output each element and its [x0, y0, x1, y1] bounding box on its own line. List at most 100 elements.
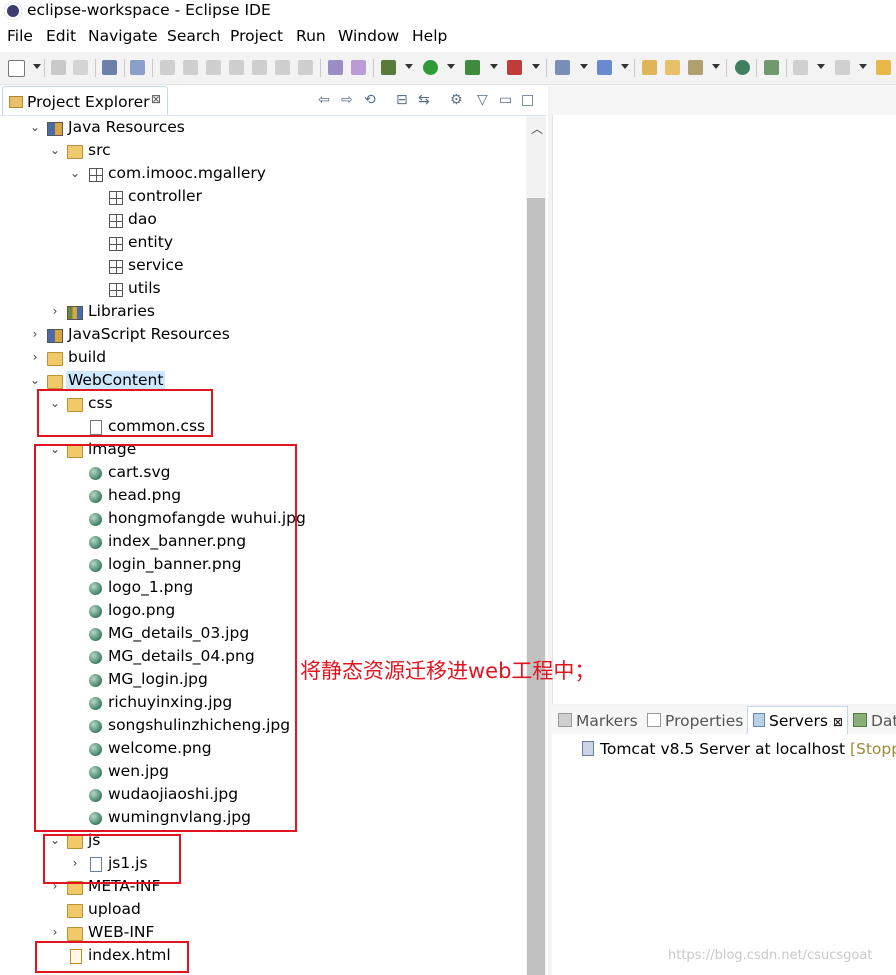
highlight-box-js [43, 834, 181, 884]
back-arrow-icon[interactable]: ⇦ [318, 92, 330, 108]
web-browser-icon[interactable] [735, 60, 750, 75]
toggle-ant-icon[interactable] [351, 60, 366, 75]
title-bar: eclipse-workspace - Eclipse IDE [0, 0, 896, 24]
chevron-right-icon[interactable]: › [49, 925, 61, 939]
tree-item-src[interactable]: ⌄ src [0, 140, 526, 163]
chevron-right-icon[interactable]: › [49, 304, 61, 318]
menu-edit[interactable]: Edit [46, 27, 76, 45]
suspend-icon[interactable] [183, 60, 198, 75]
menu-search[interactable]: Search [167, 27, 220, 45]
open-type-icon[interactable] [642, 60, 657, 75]
previous-annotation-dropdown-icon[interactable] [859, 64, 867, 69]
annotation-text: 将静态资源迁移进web工程中； [300, 659, 596, 683]
tree-item-label: build [68, 348, 107, 366]
tree-item-label: JavaScript Resources [68, 325, 230, 343]
toggle-block-icon[interactable] [328, 60, 343, 75]
terminate-icon[interactable] [206, 60, 221, 75]
menu-file[interactable]: File [7, 27, 33, 45]
chevron-right-icon[interactable]: › [29, 327, 41, 341]
server-status: [Stoppe [849, 740, 896, 758]
main-toolbar [0, 52, 896, 85]
open-task-icon[interactable] [665, 60, 680, 75]
up-icon[interactable]: ⟲ [364, 92, 376, 108]
search-dropdown-icon[interactable] [712, 64, 720, 69]
new-server-icon[interactable] [555, 60, 570, 75]
maximize-icon[interactable]: □ [521, 92, 534, 108]
run-icon[interactable] [423, 60, 438, 75]
chevron-down-icon[interactable]: ⌄ [49, 143, 61, 157]
new-icon[interactable] [8, 60, 25, 77]
tree-item-build[interactable]: › build [0, 347, 526, 370]
tree-item-utils[interactable]: utils [0, 278, 526, 301]
tree-item-label: entity [128, 233, 173, 251]
tree-item-libraries[interactable]: › Libraries [0, 301, 526, 324]
chevron-down-icon[interactable]: ⌄ [29, 373, 41, 387]
tab-properties[interactable]: Properties [647, 712, 743, 730]
view-menu-icon[interactable]: ▽ [477, 92, 488, 108]
back-icon[interactable] [876, 60, 891, 75]
new-server-dropdown-icon[interactable] [580, 64, 588, 69]
scrollbar-thumb[interactable] [527, 198, 545, 975]
menu-navigate[interactable]: Navigate [88, 27, 158, 45]
chevron-down-icon[interactable]: ⌄ [69, 166, 81, 180]
close-icon[interactable]: ⊠ [833, 715, 843, 729]
resume-icon[interactable] [160, 60, 175, 75]
disconnect-icon[interactable] [229, 60, 244, 75]
menu-window[interactable]: Window [338, 27, 399, 45]
collapse-all-icon[interactable]: ⊟ [396, 92, 408, 108]
new-dropdown-icon[interactable] [33, 64, 41, 69]
external-tools-icon[interactable] [507, 60, 522, 75]
minimize-icon[interactable]: ▭ [499, 92, 512, 108]
tree-item-package[interactable]: ⌄ com.imooc.mgallery [0, 163, 526, 186]
link-with-editor-icon[interactable]: ⇆ [418, 92, 430, 108]
tree-item-java-resources[interactable]: ⌄ Java Resources [0, 117, 526, 140]
new-java-class-dropdown-icon[interactable] [621, 64, 629, 69]
chevron-up-icon[interactable]: ︿ [531, 120, 543, 137]
next-annotation-dropdown-icon[interactable] [817, 64, 825, 69]
menu-help[interactable]: Help [412, 27, 447, 45]
close-icon[interactable]: ⊠ [151, 92, 161, 106]
tree-item-label: utils [128, 279, 161, 297]
skip-breakpoints-icon[interactable] [130, 60, 145, 75]
run-coverage-icon[interactable] [465, 60, 480, 75]
step-into-icon[interactable] [252, 60, 267, 75]
search-toolbar-icon[interactable] [688, 60, 703, 75]
save-icon[interactable] [51, 60, 66, 75]
tree-item-entity[interactable]: entity [0, 232, 526, 255]
tree-item-controller[interactable]: controller [0, 186, 526, 209]
chevron-right-icon[interactable]: › [29, 350, 41, 364]
forward-arrow-icon[interactable]: ⇨ [341, 92, 353, 108]
save-all-icon[interactable] [73, 60, 88, 75]
editor-area [552, 86, 896, 706]
package-icon [109, 214, 123, 228]
next-annotation-icon[interactable] [793, 60, 808, 75]
run-dropdown-icon[interactable] [447, 64, 455, 69]
tree-item-upload[interactable]: upload [0, 899, 526, 922]
toolbar-separator [726, 59, 727, 77]
tree-scrollbar[interactable]: ︿ [526, 116, 546, 975]
menu-run[interactable]: Run [296, 27, 326, 45]
package-icon [89, 168, 103, 182]
tree-item-dao[interactable]: dao [0, 209, 526, 232]
chevron-down-icon[interactable]: ⌄ [29, 120, 41, 134]
step-return-icon[interactable] [298, 60, 313, 75]
new-java-class-icon[interactable] [597, 60, 612, 75]
previous-annotation-icon[interactable] [835, 60, 850, 75]
external-tools-dropdown-icon[interactable] [532, 64, 540, 69]
toolbar-separator [546, 59, 547, 77]
open-console-icon[interactable] [102, 60, 117, 75]
coverage-dropdown-icon[interactable] [490, 64, 498, 69]
tree-item-service[interactable]: service [0, 255, 526, 278]
server-row-tomcat[interactable]: Tomcat v8.5 Server at localhost [Stoppe [582, 740, 896, 758]
tab-markers[interactable]: Markers [558, 712, 638, 730]
tree-item-javascript-resources[interactable]: › JavaScript Resources [0, 324, 526, 347]
tab-project-explorer[interactable]: Project Explorer ⊠ [2, 86, 168, 117]
filter-icon[interactable]: ⚙ [450, 92, 463, 108]
menu-project[interactable]: Project [230, 27, 283, 45]
debug-dropdown-icon[interactable] [405, 64, 413, 69]
refactor-icon[interactable] [764, 60, 779, 75]
step-over-icon[interactable] [275, 60, 290, 75]
debug-icon[interactable] [381, 60, 396, 75]
tab-servers[interactable]: Servers ⊠ [753, 712, 843, 730]
tab-data-source[interactable]: Dat [853, 712, 896, 730]
